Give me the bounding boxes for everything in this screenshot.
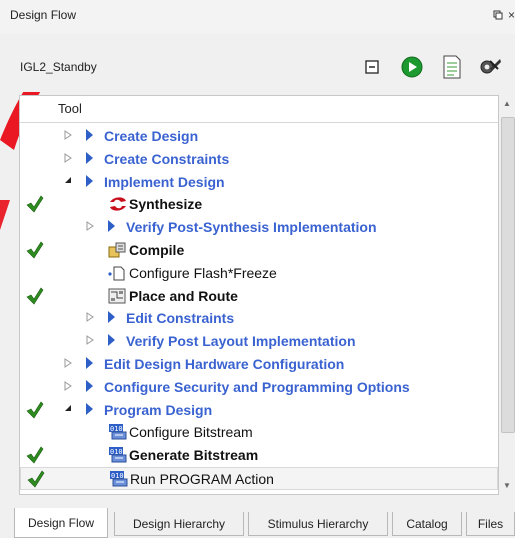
tree-row-label[interactable]: Configure Bitstream — [129, 424, 253, 440]
bitstream-icon: 010 — [108, 447, 127, 463]
scroll-up-icon[interactable]: ▲ — [503, 99, 511, 108]
tree-row-label[interactable]: Generate Bitstream — [129, 447, 258, 463]
checkmark-icon — [27, 470, 45, 488]
bottom-tab-bar: Design Flow Design Hierarchy Stimulus Hi… — [0, 508, 515, 538]
tree-row[interactable]: Configure Flash*Freeze — [20, 262, 498, 285]
collapsed-arrow-icon[interactable] — [86, 221, 94, 233]
report-icon[interactable] — [440, 54, 464, 80]
tree-row[interactable]: Program Design — [20, 399, 498, 422]
task-group-icon — [86, 402, 93, 415]
panel-title: Design Flow — [10, 8, 77, 22]
bitstream-icon: 010 — [109, 471, 128, 487]
run-icon[interactable] — [400, 54, 424, 80]
task-group-icon — [108, 334, 115, 347]
tree-row-label[interactable]: Verify Post-Synthesis Implementation — [126, 219, 377, 235]
design-flow-toolbar: IGL2_Standby — [0, 34, 515, 92]
bitstream-icon: 010 — [108, 424, 127, 440]
collapsed-arrow-icon[interactable] — [64, 358, 72, 370]
task-group-icon — [86, 151, 93, 164]
options-icon[interactable] — [478, 54, 502, 80]
tree-row[interactable]: Verify Post-Synthesis Implementation — [20, 216, 498, 239]
tree-row-label[interactable]: Synthesize — [129, 196, 202, 212]
tab-stimulus-hierarchy[interactable]: Stimulus Hierarchy — [248, 512, 388, 536]
vertical-scrollbar[interactable]: ▲ ▼ — [499, 95, 515, 493]
tree-row-label[interactable]: Create Design — [104, 128, 198, 144]
tree-row[interactable]: 010 Configure Bitstream — [20, 421, 498, 444]
tree-row[interactable]: Synthesize — [20, 193, 498, 216]
task-group-icon — [86, 129, 93, 141]
tree-row[interactable]: 010 Generate Bitstream — [20, 444, 498, 467]
panel-titlebar: Design Flow × — [0, 0, 515, 34]
column-header-tool[interactable]: Tool — [58, 101, 82, 116]
checkmark-icon — [26, 195, 44, 213]
tree-row[interactable]: 010 Run PROGRAM Action — [20, 467, 498, 490]
tree-row-label[interactable]: Run PROGRAM Action — [130, 471, 274, 487]
task-group-icon — [86, 379, 93, 392]
tree-row[interactable]: Edit Design Hardware Configuration — [20, 353, 498, 376]
tab-catalog[interactable]: Catalog — [392, 512, 462, 536]
close-icon[interactable]: × — [508, 8, 515, 22]
tree-row-label[interactable]: Configure Security and Programming Optio… — [104, 379, 410, 395]
tree-row[interactable]: Create Constraints — [20, 148, 498, 171]
tree-row-label[interactable]: Verify Post Layout Implementation — [126, 333, 356, 349]
tab-design-hierarchy[interactable]: Design Hierarchy — [114, 512, 244, 536]
expanded-arrow-icon[interactable] — [64, 404, 72, 414]
expanded-arrow-icon[interactable] — [64, 176, 72, 186]
synthesize-icon — [108, 196, 126, 212]
tree-row[interactable]: Implement Design — [20, 171, 498, 194]
task-group-icon — [86, 174, 93, 187]
collapsed-arrow-icon[interactable] — [64, 152, 72, 165]
tree-row-label[interactable]: Place and Route — [129, 288, 238, 304]
task-group-icon — [108, 311, 115, 324]
tree-row[interactable]: Verify Post Layout Implementation — [20, 330, 498, 353]
tree-row-label[interactable]: Compile — [129, 242, 184, 258]
collapsed-arrow-icon[interactable] — [86, 312, 94, 324]
scroll-down-icon[interactable]: ▼ — [503, 481, 511, 490]
checkmark-icon — [26, 287, 44, 305]
tree-row[interactable]: Place and Route — [20, 285, 498, 308]
float-panel-icon[interactable] — [493, 10, 503, 23]
flow-tree: Tool Create Design Create Constraints Impl… — [19, 95, 499, 495]
tree-row[interactable]: Compile — [20, 239, 498, 262]
tree-column-header: Tool — [20, 96, 498, 123]
tree-row-label[interactable]: Edit Constraints — [126, 310, 234, 326]
tree-row-label[interactable]: Configure Flash*Freeze — [129, 265, 277, 281]
task-group-icon — [108, 220, 115, 233]
tree-row-label[interactable]: Edit Design Hardware Configuration — [104, 356, 344, 372]
checkmark-icon — [26, 401, 44, 419]
tree-row-label[interactable]: Implement Design — [104, 174, 225, 190]
checkmark-icon — [26, 446, 44, 464]
collapsed-arrow-icon[interactable] — [64, 380, 72, 393]
tab-design-flow[interactable]: Design Flow — [14, 508, 108, 538]
scroll-thumb[interactable] — [501, 117, 515, 433]
configure-icon — [108, 265, 126, 281]
task-group-icon — [86, 357, 93, 369]
tree-row-label[interactable]: Program Design — [104, 402, 212, 418]
tree-row[interactable]: Create Design — [20, 125, 498, 148]
collapse-all-icon[interactable] — [360, 54, 384, 80]
collapsed-arrow-icon[interactable] — [64, 130, 72, 142]
tree-row[interactable]: Edit Constraints — [20, 307, 498, 330]
tree-row[interactable]: Configure Security and Programming Optio… — [20, 376, 498, 399]
tab-files[interactable]: Files — [466, 512, 515, 536]
collapsed-arrow-icon[interactable] — [86, 335, 94, 347]
compile-icon — [108, 242, 126, 258]
checkmark-icon — [26, 241, 44, 259]
place-route-icon — [108, 288, 126, 304]
project-name: IGL2_Standby — [20, 60, 97, 74]
tree-row-label[interactable]: Create Constraints — [104, 151, 229, 167]
